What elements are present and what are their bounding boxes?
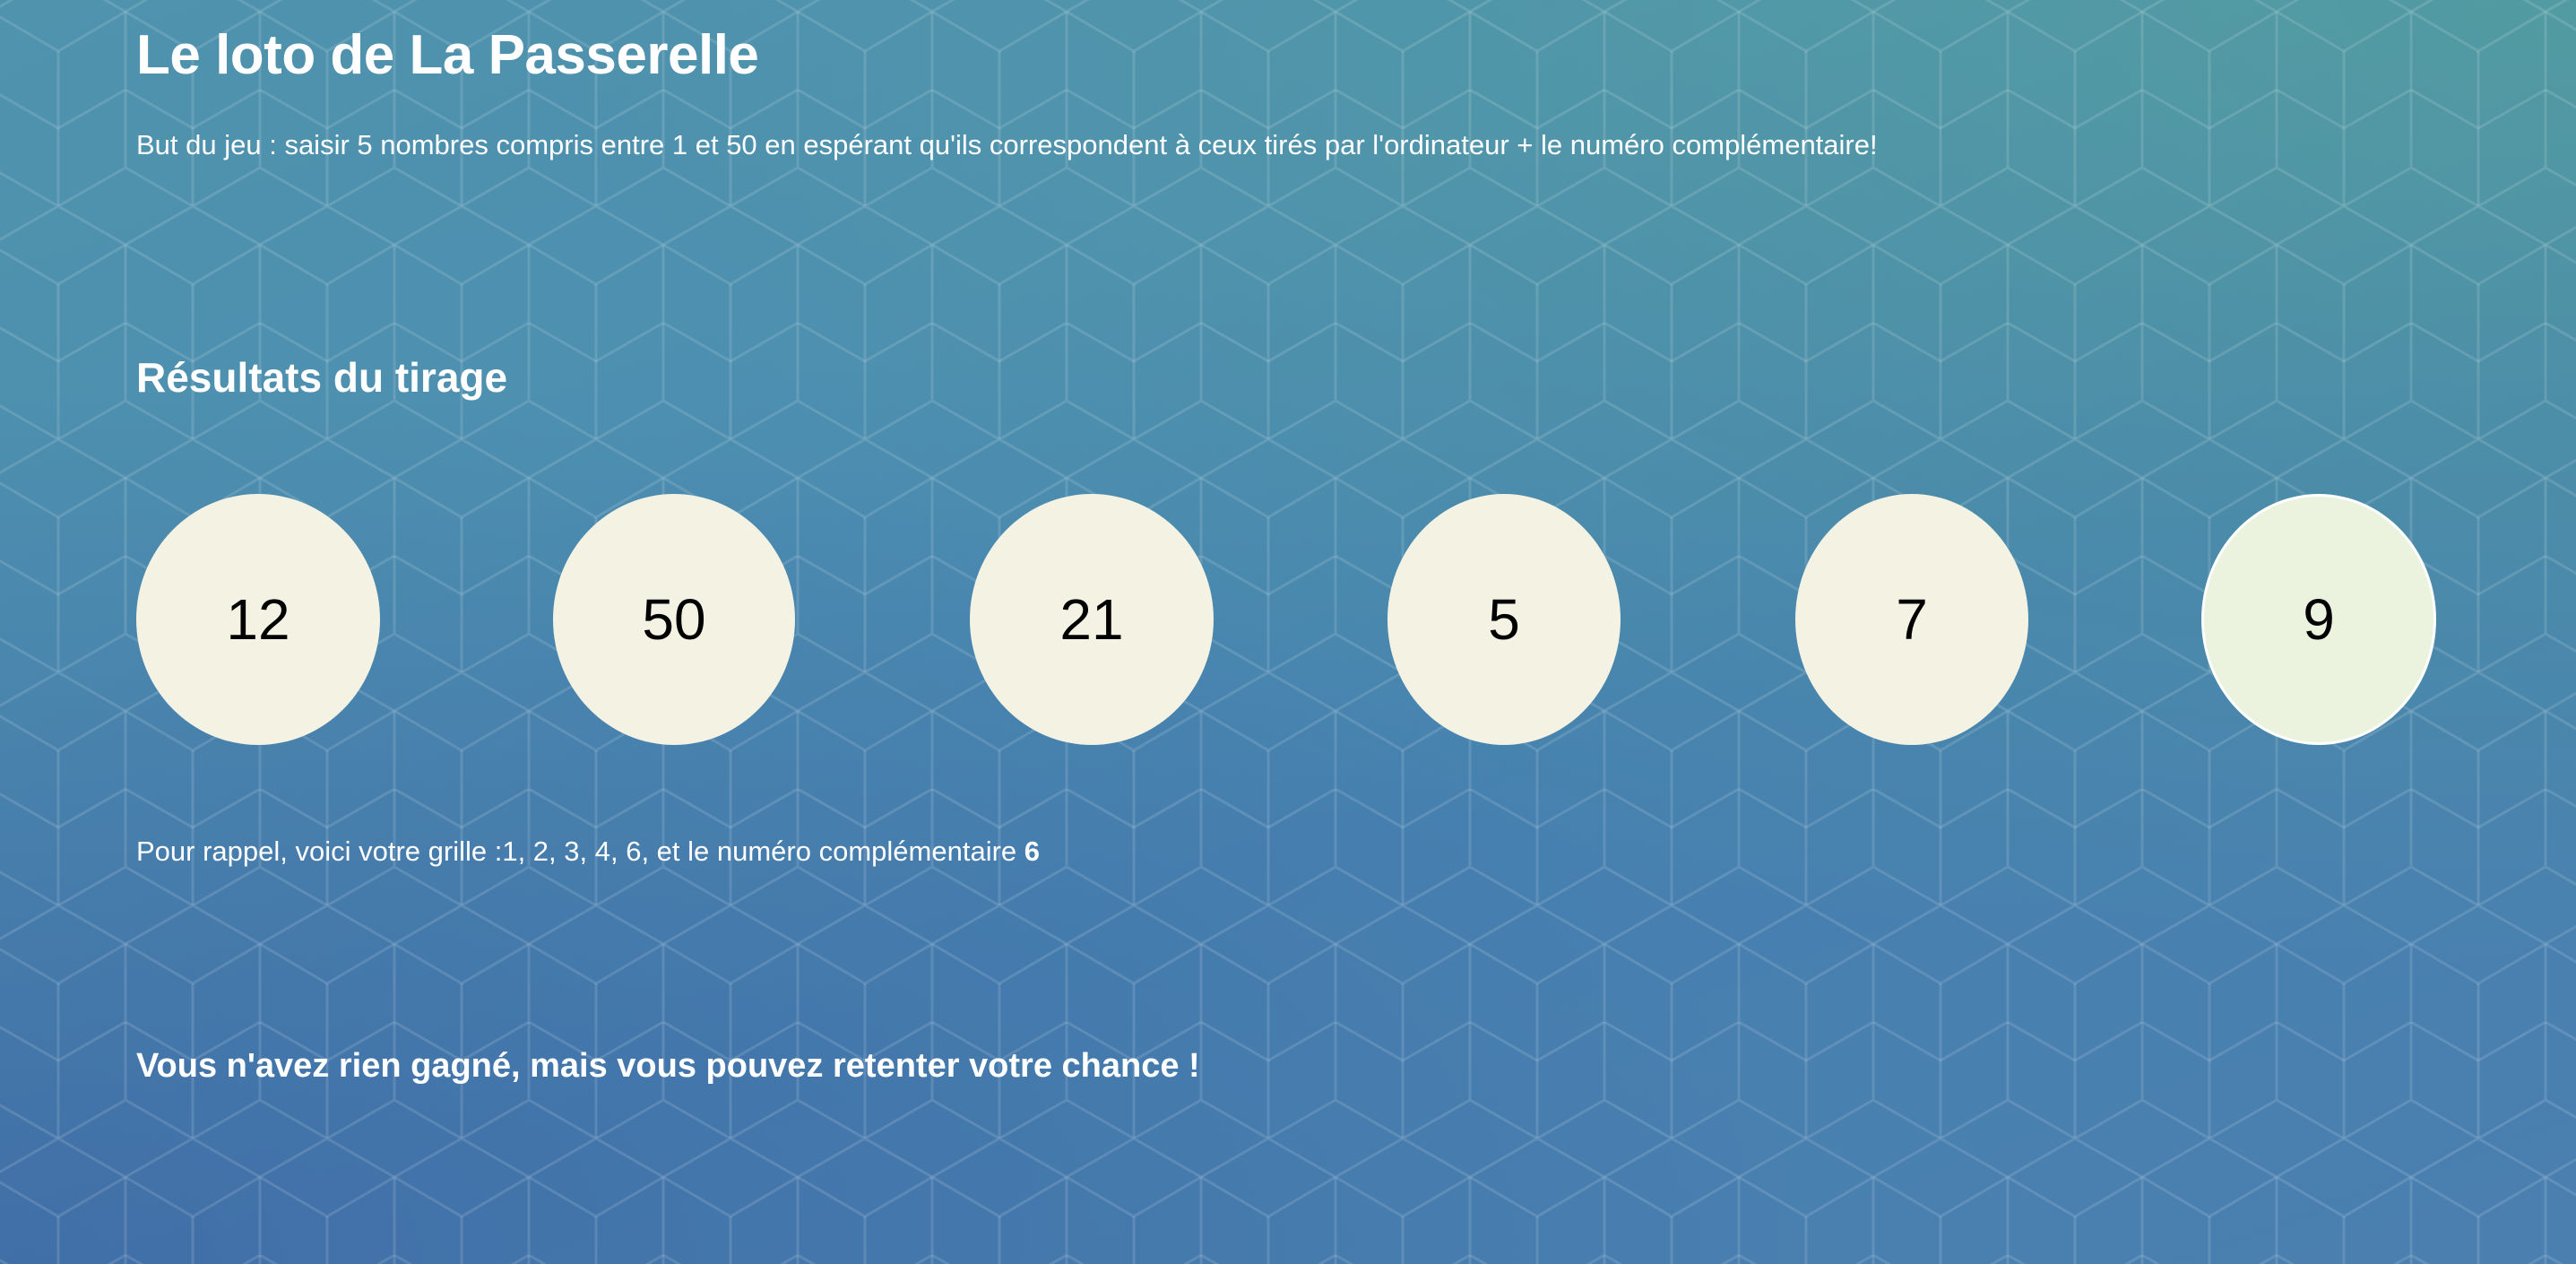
bonus-ball: 9 — [2201, 494, 2436, 745]
game-rules-text: But du jeu : saisir 5 nombres compris en… — [136, 129, 1878, 160]
drawn-ball-number: 5 — [1488, 587, 1520, 652]
drawn-ball-5: 7 — [1795, 494, 2028, 745]
main-content: Le loto de La Passerelle But du jeu : sa… — [136, 0, 2440, 1264]
drawn-ball-1: 12 — [136, 494, 380, 745]
drawn-ball-4: 5 — [1387, 494, 1621, 745]
bonus-ball-number: 9 — [2303, 587, 2335, 652]
drawn-ball-2: 50 — [553, 494, 795, 745]
drawn-ball-number: 12 — [226, 587, 290, 652]
page-title: Le loto de La Passerelle — [136, 24, 759, 86]
drawn-ball-3: 21 — [970, 494, 1214, 745]
drawn-ball-number: 50 — [642, 587, 706, 652]
drawn-ball-number: 7 — [1896, 587, 1928, 652]
results-heading: Résultats du tirage — [136, 354, 508, 401]
outcome-message: Vous n'avez rien gagné, mais vous pouvez… — [136, 1047, 1200, 1085]
grid-reminder: Pour rappel, voici votre grille :1, 2, 3… — [136, 835, 1040, 868]
grid-bonus-number: 6 — [1024, 835, 1041, 867]
drawn-ball-number: 21 — [1059, 587, 1124, 652]
grid-reminder-text: Pour rappel, voici votre grille :1, 2, 3… — [136, 835, 1024, 867]
